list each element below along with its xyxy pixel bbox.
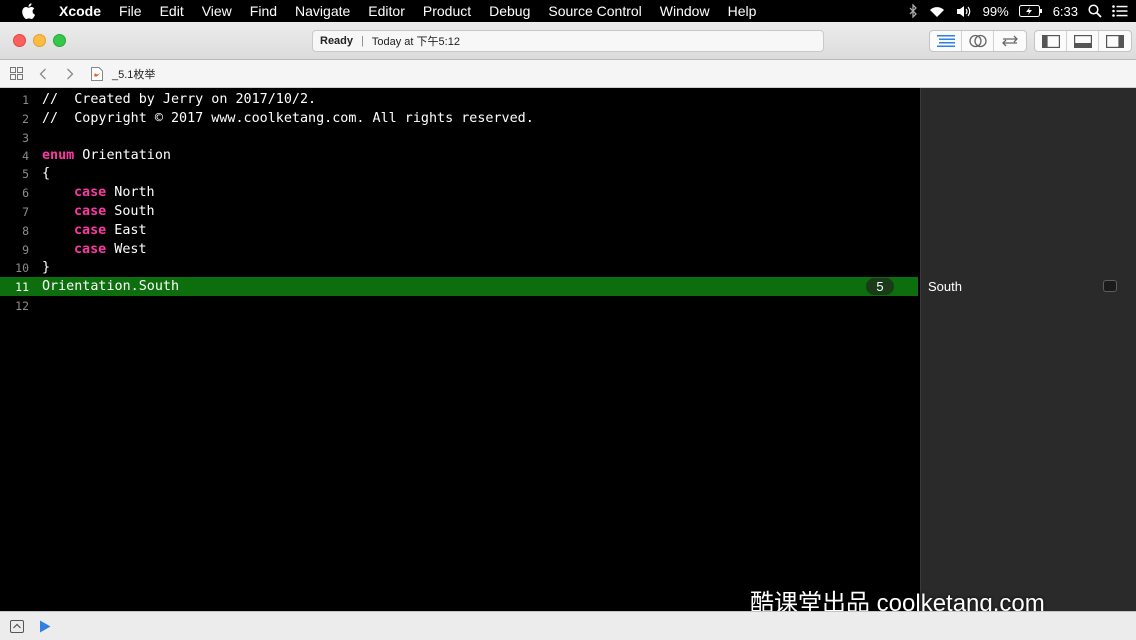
line-number: 1 [22, 92, 29, 107]
menu-view[interactable]: View [193, 0, 241, 22]
line-number: 3 [22, 130, 29, 145]
code-line: 7 case South [0, 202, 920, 221]
result-value: South [928, 279, 962, 294]
list-icon[interactable] [1112, 5, 1128, 17]
line-number: 12 [15, 298, 29, 313]
source-editor[interactable]: 1 // Created by Jerry on 2017/10/2. 2 //… [0, 88, 920, 611]
forward-chevron-icon[interactable] [59, 63, 81, 85]
code-text: } [42, 260, 51, 275]
code-line: 1 // Created by Jerry on 2017/10/2. [0, 90, 920, 109]
status-area: 99% 6:33 [909, 0, 1128, 22]
run-playground-icon[interactable] [34, 615, 56, 637]
debug-bar [0, 611, 1136, 640]
wifi-icon[interactable] [928, 5, 946, 18]
editor-mode-control [929, 30, 1027, 52]
utilities-toggle-button[interactable] [1099, 31, 1131, 51]
build-timestamp: Today at 下午5:12 [371, 36, 460, 48]
menu-file[interactable]: File [110, 0, 151, 22]
code-comment: // Copyright © 2017 www.coolketang.com. … [42, 111, 534, 126]
menu-debug[interactable]: Debug [480, 0, 539, 22]
clock[interactable]: 6:33 [1053, 4, 1078, 19]
line-number: 4 [22, 148, 29, 163]
navigator-toggle-button[interactable] [1035, 31, 1067, 51]
code-line: 8 case East [0, 221, 920, 240]
line-number: 7 [22, 204, 29, 219]
menu-product[interactable]: Product [414, 0, 480, 22]
menu-edit[interactable]: Edit [151, 0, 193, 22]
line-number: 10 [15, 260, 29, 275]
line-number: 9 [22, 242, 29, 257]
line-number: 6 [22, 185, 29, 200]
menu-help[interactable]: Help [719, 0, 766, 22]
code-keyword: case [74, 242, 107, 257]
code-text: { [42, 166, 51, 181]
menu-find[interactable]: Find [241, 0, 286, 22]
activity-viewer: Ready | Today at 下午5:12 [312, 30, 824, 52]
menu-window[interactable]: Window [651, 0, 719, 22]
battery-icon[interactable] [1018, 5, 1043, 17]
build-status: Ready [320, 35, 354, 47]
code-line: 10 } [0, 258, 920, 277]
line-number: 8 [22, 223, 29, 238]
code-identifier: North [106, 185, 155, 200]
volume-icon[interactable] [956, 5, 973, 18]
code-text: Orientation.South [42, 279, 180, 294]
code-keyword: case [74, 204, 107, 219]
assistant-editor-button[interactable] [962, 31, 994, 51]
quick-look-icon[interactable] [1103, 280, 1117, 292]
highlighted-code-line: 11 Orientation.South 5 [0, 277, 918, 296]
menu-source-control[interactable]: Source Control [539, 0, 650, 22]
code-identifier: Orientation [74, 148, 171, 163]
related-items-icon[interactable] [5, 63, 27, 85]
back-chevron-icon[interactable] [32, 63, 54, 85]
code-identifier: East [106, 223, 147, 238]
line-number: 5 [22, 166, 29, 181]
bluetooth-icon[interactable] [909, 4, 918, 18]
code-keyword: enum [42, 148, 75, 163]
code-text: case East [74, 223, 147, 238]
hide-debug-area-icon[interactable] [6, 615, 28, 637]
battery-percent: 99% [982, 3, 1009, 19]
code-identifier: West [106, 242, 147, 257]
menu-app-name[interactable]: Xcode [51, 0, 110, 22]
debug-area-toggle-button[interactable] [1067, 31, 1099, 51]
code-line: 2 // Copyright © 2017 www.coolketang.com… [0, 109, 920, 128]
code-text: case West [74, 242, 147, 257]
code-comment: // Created by Jerry on 2017/10/2. [42, 92, 317, 107]
code-line: 4 enum Orientation [0, 146, 920, 165]
code-keyword: case [74, 185, 107, 200]
menu-navigate[interactable]: Navigate [286, 0, 359, 22]
minimize-window-button[interactable] [33, 34, 46, 47]
code-text: case South [74, 204, 155, 219]
code-line: 6 case North [0, 183, 920, 202]
code-line: 12 [0, 296, 920, 315]
code-text: case North [74, 185, 155, 200]
code-line: 9 case West [0, 240, 920, 259]
menu-bar: Xcode File Edit View Find Navigate Edito… [0, 0, 1136, 22]
window-toolbar: Ready | Today at 下午5:12 [0, 22, 1136, 60]
playground-file-icon [86, 63, 108, 85]
standard-editor-button[interactable] [930, 31, 962, 51]
line-result-badge[interactable]: 5 [866, 278, 894, 295]
jumpbar-file-name[interactable]: _5.1枚举 [112, 66, 155, 82]
jump-bar: _5.1枚举 [0, 60, 1136, 88]
activity-separator: | [361, 35, 364, 47]
version-editor-button[interactable] [994, 31, 1026, 51]
code-line: 5 { [0, 164, 920, 183]
line-number: 11 [15, 279, 29, 294]
results-sidebar: South [920, 88, 1136, 611]
apple-icon[interactable] [17, 0, 39, 22]
code-text: enum Orientation [42, 148, 171, 163]
code-line: 3 [0, 128, 920, 147]
menu-editor[interactable]: Editor [359, 0, 414, 22]
search-icon[interactable] [1088, 4, 1102, 18]
result-row: South [921, 277, 1136, 296]
zoom-window-button[interactable] [53, 34, 66, 47]
code-keyword: case [74, 223, 107, 238]
code-identifier: South [106, 204, 155, 219]
line-number: 2 [22, 111, 29, 126]
close-window-button[interactable] [13, 34, 26, 47]
view-toggle-control [1034, 30, 1132, 52]
